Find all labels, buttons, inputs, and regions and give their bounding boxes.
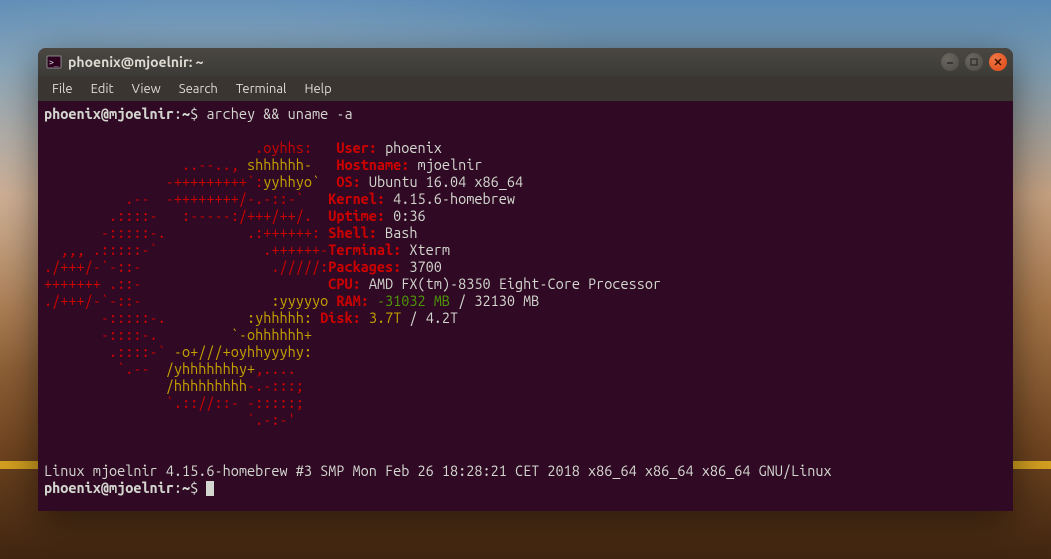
prompt-userhost: phoenix@mjoelnir [44, 105, 174, 122]
prompt-sep: : [174, 479, 182, 496]
menubar: File Edit View Search Terminal Help [38, 76, 1013, 101]
uname-output: Linux mjoelnir 4.15.6-homebrew #3 SMP Mo… [44, 462, 832, 479]
terminal-icon: >_ [46, 54, 62, 70]
ascii-art-line: `.-:-' [44, 411, 328, 428]
prompt-sigil: $ [190, 105, 198, 122]
info-hostname-label: Hostname: [336, 156, 409, 173]
window-title: phoenix@mjoelnir: ~ [68, 54, 204, 70]
info-disk-used: 3.7T [369, 309, 401, 326]
menu-help[interactable]: Help [296, 79, 339, 99]
ascii-art-line [44, 377, 166, 394]
ascii-art-line: -::::-. [44, 326, 231, 343]
ascii-art-line: .::::-` [44, 343, 174, 360]
window-controls [941, 53, 1007, 71]
info-os-value: Ubuntu 16.04 x86_64 [369, 173, 523, 190]
info-uptime-value: 0:36 [393, 207, 425, 224]
ascii-art-line: .-- -++++++++/-.-::-` [44, 190, 328, 207]
command-text: archey && uname -a [206, 105, 352, 122]
ascii-art-line: ..--.., [44, 156, 247, 173]
ascii-art-line: ,.... [255, 360, 336, 377]
info-shell-value: Bash [385, 224, 417, 241]
info-terminal-value: Xterm [409, 241, 450, 258]
menu-file[interactable]: File [44, 79, 81, 99]
window-titlebar[interactable]: >_ phoenix@mjoelnir: ~ [38, 48, 1013, 76]
cursor [206, 481, 214, 496]
prompt-sep: : [174, 105, 182, 122]
svg-text:>_: >_ [49, 58, 59, 67]
info-ram-total: 32130 MB [474, 292, 539, 309]
ascii-art-line: ,,, .:::::-` .++++++- [44, 241, 328, 258]
ascii-art-line: yyhhyo` [263, 173, 336, 190]
menu-terminal[interactable]: Terminal [228, 79, 295, 99]
info-os-label: OS: [336, 173, 360, 190]
ascii-art-line: /hhhhhhhhh [166, 377, 247, 394]
ascii-art-line: :yhhhhh: [247, 309, 320, 326]
info-user-label: User: [336, 139, 377, 156]
info-packages-label: Packages: [328, 258, 401, 275]
info-uptime-label: Uptime: [328, 207, 385, 224]
menu-edit[interactable]: Edit [83, 79, 122, 99]
ascii-art-line: `.-- [44, 360, 166, 377]
info-cpu-value: AMD FX(tm)-8350 Eight-Core Processor [369, 275, 661, 292]
prompt-path: ~ [182, 105, 190, 122]
info-kernel-label: Kernel: [328, 190, 385, 207]
info-user-value: phoenix [385, 139, 442, 156]
menu-view[interactable]: View [124, 79, 169, 99]
info-shell-label: Shell: [328, 224, 377, 241]
minimize-button[interactable] [941, 53, 959, 71]
terminal-window: >_ phoenix@mjoelnir: ~ File Edit View Se… [38, 48, 1013, 511]
prompt-sigil: $ [190, 479, 198, 496]
info-disk-label: Disk: [320, 309, 361, 326]
menu-search[interactable]: Search [171, 79, 226, 99]
ascii-art-line: -:::::-. .:++++++: [44, 224, 328, 241]
ascii-art-line [44, 428, 328, 445]
info-terminal-label: Terminal: [328, 241, 401, 258]
info-cpu-label: CPU: [328, 275, 360, 292]
ascii-art-line: .::::- :-----:/+++/++/. [44, 207, 328, 224]
ascii-art-line: shhhhhh- [247, 156, 336, 173]
info-ram-label: RAM: [336, 292, 368, 309]
ascii-art-line: +++++++ .::- [44, 275, 320, 292]
info-disk-total: 4.2T [426, 309, 458, 326]
info-disk-sep: / [401, 309, 425, 326]
close-button[interactable] [989, 53, 1007, 71]
ascii-art-line: ./+++/-`-::- ./////: [44, 258, 328, 275]
info-ram-sep: / [450, 292, 474, 309]
ascii-art-line: `.:://::- -:::::; [44, 394, 328, 411]
ascii-art-line: -o+///+oyhhyyyhy: [174, 343, 336, 360]
prompt-userhost: phoenix@mjoelnir [44, 479, 174, 496]
prompt-path: ~ [182, 479, 190, 496]
info-ram-used: -31032 MB [377, 292, 450, 309]
info-kernel-value: 4.15.6-homebrew [393, 190, 515, 207]
ascii-art-line: :yyyyyo [271, 292, 336, 309]
ascii-art-line: `-ohhhhhh+ [231, 326, 328, 343]
ascii-art-line: /yhhhhhhhy+ [166, 360, 255, 377]
ascii-art-line: -.-:::; [247, 377, 336, 394]
ascii-art-line: ./+++/-`-::- [44, 292, 271, 309]
maximize-button[interactable] [965, 53, 983, 71]
info-packages-value: 3700 [409, 258, 441, 275]
info-hostname-value: mjoelnir [418, 156, 483, 173]
ascii-art-line: -+++++++++`: [44, 173, 263, 190]
ascii-art-line: -:::::-. [44, 309, 247, 326]
ascii-art-line: .oyhhs: [44, 139, 336, 156]
terminal-output[interactable]: phoenix@mjoelnir:~$ archey && uname -a .… [38, 101, 1013, 511]
